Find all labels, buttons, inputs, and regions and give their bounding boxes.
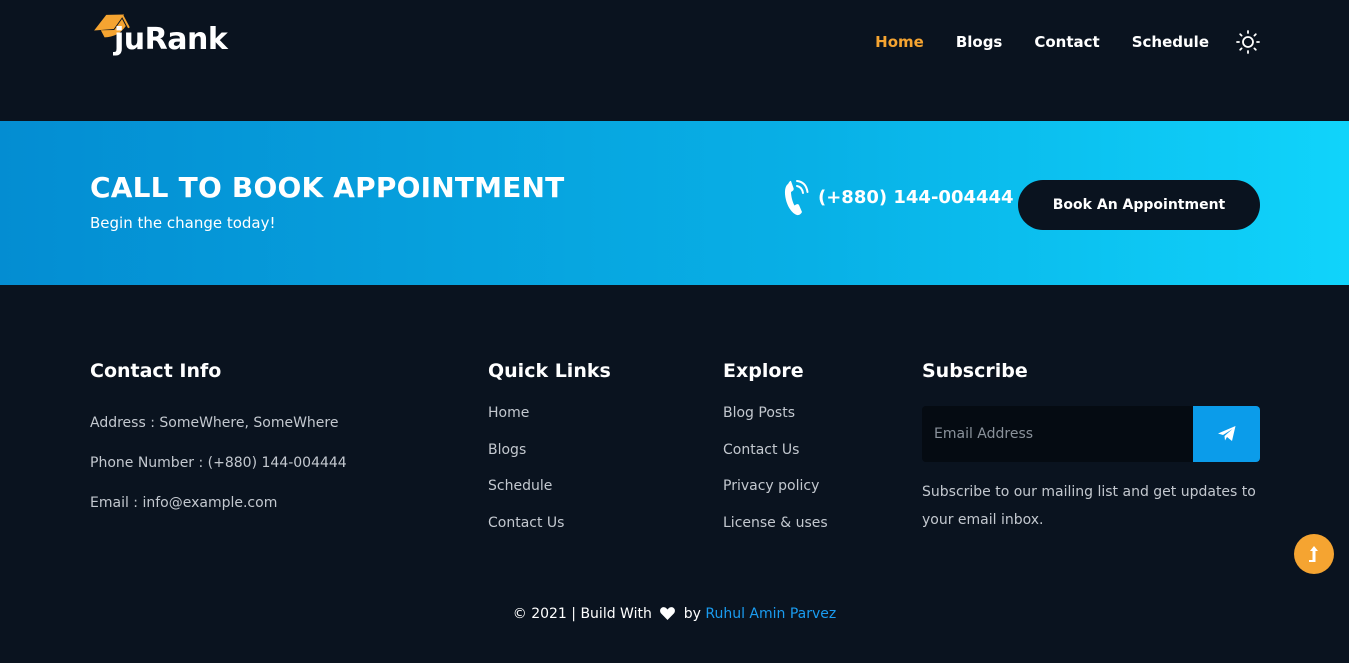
footer-heading-contact: Contact Info — [90, 360, 222, 382]
explore-list: Blog Posts Contact Us Privacy policy Lic… — [723, 402, 828, 549]
nav-item-home[interactable]: Home — [875, 31, 924, 53]
phone-call-icon — [784, 180, 809, 216]
paper-plane-icon — [1217, 426, 1235, 441]
contact-phone: Phone Number : (+880) 144-004444 — [90, 455, 347, 471]
contact-email: Email : info@example.com — [90, 495, 278, 511]
footer-subscribe-column: Subscribe Subscribe to our mailing list … — [922, 360, 1260, 534]
scroll-to-top-button[interactable] — [1294, 534, 1334, 574]
footer-explore-column: Explore Blog Posts Contact Us Privacy po… — [723, 360, 828, 549]
email-input[interactable] — [922, 406, 1193, 462]
footer-quick-links-column: Quick Links Home Blogs Schedule Contact … — [488, 360, 611, 549]
explore-link-contact-us[interactable]: Contact Us — [723, 442, 799, 458]
cta-subtitle: Begin the change today! — [90, 214, 276, 232]
list-item: Home — [488, 402, 611, 439]
copyright-by: by — [683, 606, 701, 622]
copyright: © 2021 | Build With by Ruhul Amin Parvez — [0, 606, 1349, 622]
subscribe-form — [922, 406, 1260, 462]
nav-item-contact[interactable]: Contact — [1034, 31, 1099, 53]
list-item: Blog Posts — [723, 402, 828, 439]
subscribe-description: Subscribe to our mailing list and get up… — [922, 484, 1256, 528]
book-appointment-button[interactable]: Book An Appointment — [1018, 180, 1260, 230]
copyright-prefix: © 2021 | Build With — [512, 606, 652, 622]
theme-toggle-button[interactable] — [1235, 29, 1261, 55]
arrow-up-icon — [1309, 546, 1318, 562]
footer-contact-column: Contact Info Address : SomeWhere, SomeWh… — [90, 360, 347, 511]
cta-title: CALL TO BOOK APPOINTMENT — [90, 171, 565, 204]
site-logo[interactable]: juRank — [90, 4, 240, 64]
explore-link-blog-posts[interactable]: Blog Posts — [723, 405, 795, 421]
cta-banner: CALL TO BOOK APPOINTMENT Begin the chang… — [0, 121, 1349, 285]
logo-text: juRank — [114, 22, 228, 57]
site-header: juRank Home Blogs Contact Schedule — [0, 0, 1349, 121]
quick-link-home[interactable]: Home — [488, 405, 529, 421]
quick-link-contact-us[interactable]: Contact Us — [488, 515, 564, 531]
quick-links-list: Home Blogs Schedule Contact Us — [488, 402, 611, 549]
quick-link-schedule[interactable]: Schedule — [488, 478, 552, 494]
site-footer: Contact Info Address : SomeWhere, SomeWh… — [0, 285, 1349, 663]
nav-item-schedule[interactable]: Schedule — [1132, 31, 1209, 53]
list-item: Blogs — [488, 439, 611, 476]
quick-link-blogs[interactable]: Blogs — [488, 442, 526, 458]
contact-address: Address : SomeWhere, SomeWhere — [90, 415, 339, 431]
footer-heading-explore: Explore — [723, 360, 804, 382]
list-item: Privacy policy — [723, 475, 828, 512]
cta-phone-number: (+880) 144-004444 — [818, 186, 1014, 208]
main-nav: Home Blogs Contact Schedule — [875, 29, 1261, 55]
cta-phone[interactable]: (+880) 144-004444 — [782, 174, 1014, 216]
heart-icon — [660, 606, 676, 620]
list-item: License & uses — [723, 512, 828, 549]
list-item: Contact Us — [723, 439, 828, 476]
subscribe-button[interactable] — [1193, 406, 1260, 462]
nav-item-blogs[interactable]: Blogs — [956, 31, 1003, 53]
explore-link-privacy-policy[interactable]: Privacy policy — [723, 478, 819, 494]
footer-heading-quick-links: Quick Links — [488, 360, 611, 382]
list-item: Contact Us — [488, 512, 611, 549]
footer-heading-subscribe: Subscribe — [922, 360, 1028, 382]
sun-icon — [1236, 30, 1260, 54]
list-item: Schedule — [488, 475, 611, 512]
explore-link-license[interactable]: License & uses — [723, 515, 828, 531]
author-link[interactable]: Ruhul Amin Parvez — [705, 606, 836, 622]
